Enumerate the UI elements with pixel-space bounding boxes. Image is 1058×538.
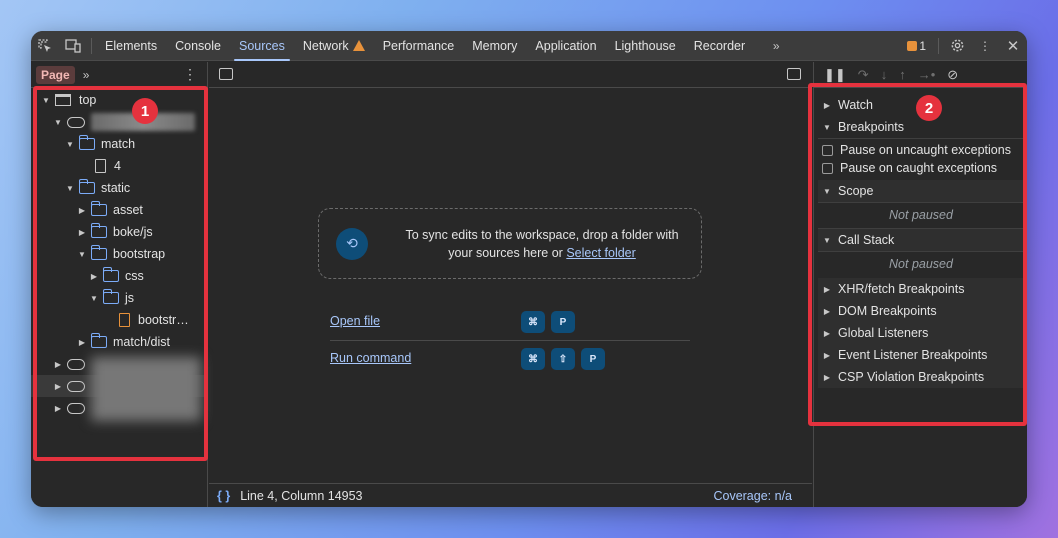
issues-counter[interactable]: 1 [907, 39, 926, 53]
tab-label: Application [535, 38, 597, 53]
tab-label: Performance [382, 38, 455, 53]
sync-icon: ⟲ [336, 227, 368, 260]
settings-gear-icon[interactable] [943, 31, 971, 61]
cursor-position: Line 4, Column 14953 [240, 488, 363, 503]
shortcut-divider [330, 340, 690, 341]
coverage-status[interactable]: Coverage: n/a [713, 489, 792, 503]
command-key: ⌘ [521, 311, 545, 333]
tab-recorder[interactable]: Recorder [685, 31, 754, 61]
warning-icon [352, 40, 365, 51]
inspect-element-icon[interactable] [31, 31, 59, 61]
open-file-link[interactable]: Open file [330, 314, 380, 328]
editor-toolbar [209, 62, 812, 88]
workspace-drop-zone[interactable]: ⟲ To sync edits to the workspace, drop a… [318, 208, 702, 279]
toggle-navigator-icon[interactable] [219, 68, 233, 80]
tab-label: Lighthouse [614, 38, 676, 53]
annotation-box-debugger [808, 83, 1027, 426]
shift-key: ⇧ [551, 348, 575, 370]
tab-network[interactable]: Network [294, 31, 374, 61]
tab-label: Memory [472, 38, 518, 53]
pause-icon[interactable]: ❚❚ [824, 67, 846, 83]
p-key: P [581, 348, 605, 370]
more-navigator-tabs-icon[interactable]: » [83, 68, 90, 82]
annotation-badge-1: 1 [132, 98, 158, 124]
close-icon[interactable]: ✕ [999, 31, 1027, 61]
p-key: P [551, 311, 575, 333]
customize-menu-icon[interactable]: ⋮ [971, 31, 999, 61]
editor-status-bar: { } Line 4, Column 14953 Coverage: n/a [209, 483, 812, 507]
tab-sources[interactable]: Sources [230, 31, 294, 61]
tab-label: Sources [238, 38, 285, 53]
device-toolbar-icon[interactable] [59, 31, 87, 61]
toolbar-divider [938, 37, 939, 54]
tab-application[interactable]: Application [526, 31, 605, 61]
navigator-header: Page » ⋮ [31, 62, 207, 88]
tab-lighthouse[interactable]: Lighthouse [606, 31, 685, 61]
step-into-icon[interactable]: ↓ [881, 67, 888, 82]
devtools-tab-bar: Elements Console Sources Network Perform… [31, 31, 1027, 61]
issues-count: 1 [919, 38, 926, 53]
tab-memory[interactable]: Memory [463, 31, 526, 61]
deactivate-breakpoints-icon[interactable]: ⊘ [947, 67, 958, 83]
navigator-tab-page[interactable]: Page [36, 65, 75, 84]
issue-flag-icon [907, 40, 918, 51]
run-command-shortcut: ⌘ ⇧ P [521, 348, 605, 370]
tab-label: Recorder [693, 38, 746, 53]
open-file-shortcut: ⌘ P [521, 311, 575, 333]
run-command-link[interactable]: Run command [330, 351, 411, 365]
drop-zone-text: To sync edits to the workspace, drop a f… [392, 226, 692, 262]
tab-console[interactable]: Console [166, 31, 230, 61]
tab-label: Console [175, 38, 221, 53]
toggle-debugger-icon[interactable] [787, 68, 801, 80]
step-out-icon[interactable]: ↑ [899, 67, 906, 82]
tab-label: Elements [105, 38, 158, 53]
tab-performance[interactable]: Performance [374, 31, 464, 61]
step-icon[interactable]: →• [918, 67, 936, 82]
command-key: ⌘ [521, 348, 545, 370]
annotation-badge-2: 2 [916, 95, 942, 121]
pretty-print-icon[interactable]: { } [217, 489, 230, 503]
step-over-icon[interactable]: ↷ [858, 67, 869, 83]
navigator-menu-icon[interactable]: ⋮ [183, 66, 197, 83]
tab-elements[interactable]: Elements [96, 31, 166, 61]
drop-zone-message: To sync edits to the workspace, drop a f… [405, 227, 679, 260]
toolbar-divider [91, 37, 92, 54]
more-tabs-icon[interactable]: » [762, 31, 790, 61]
tabbar-right-controls: 1 ⋮ ✕ [907, 31, 1027, 61]
select-folder-link[interactable]: Select folder [566, 246, 635, 260]
tab-label: Network [302, 38, 349, 53]
annotation-box-navigator [33, 86, 208, 461]
